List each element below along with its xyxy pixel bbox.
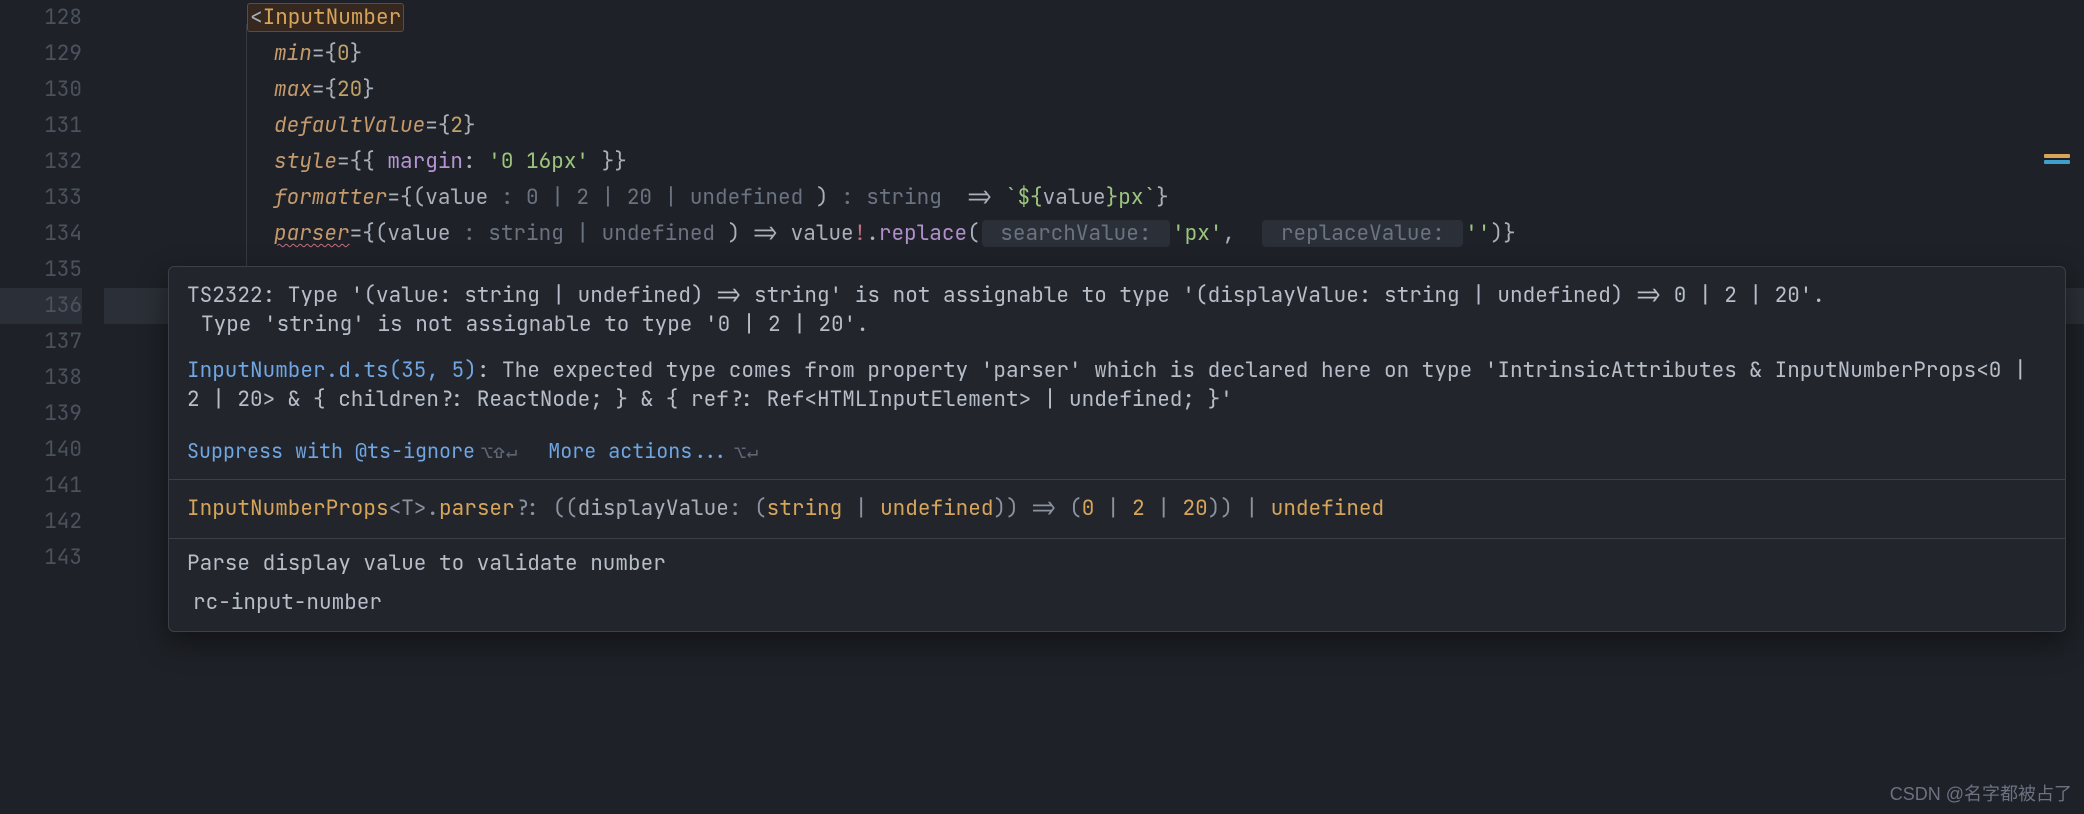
- line-number: 140: [0, 432, 82, 468]
- code-line[interactable]: style={{ margin: '0 16px' }}: [104, 144, 2084, 180]
- line-number: 142: [0, 504, 82, 540]
- doc-package: rc-input-number: [169, 584, 2065, 631]
- keyboard-shortcut: ⌥↵: [734, 439, 759, 464]
- watermark: CSDN @名字都被占了: [1890, 780, 2072, 806]
- line-number: 128: [0, 0, 82, 36]
- error-tooltip: TS2322: Type '(value: string | undefined…: [168, 266, 2066, 632]
- signature-info: InputNumberProps<T>.parser?: ((displayVa…: [169, 480, 2065, 537]
- line-number: 135: [0, 252, 82, 288]
- line-number: 143: [0, 540, 82, 576]
- line-number: 139: [0, 396, 82, 432]
- error-message: TS2322: Type '(value: string | undefined…: [187, 281, 2047, 346]
- line-number: 141: [0, 468, 82, 504]
- line-number-gutter: 1281291301311321331341351361371381391401…: [0, 0, 104, 814]
- line-number: 131: [0, 108, 82, 144]
- param-hint: replaceValue:: [1262, 220, 1463, 247]
- code-line[interactable]: defaultValue={2}: [104, 108, 2084, 144]
- code-line[interactable]: <InputNumber: [104, 0, 2084, 36]
- code-line[interactable]: max={20}: [104, 72, 2084, 108]
- doc-text: Parse display value to validate number: [169, 539, 2065, 584]
- more-actions[interactable]: More actions...⌥↵: [548, 437, 759, 466]
- line-number: 132: [0, 144, 82, 180]
- code-line[interactable]: min={0}: [104, 36, 2084, 72]
- line-number: 138: [0, 360, 82, 396]
- error-source: InputNumber.d.ts(35, 5): The expected ty…: [187, 356, 2047, 415]
- source-link[interactable]: InputNumber.d.ts(35, 5): [187, 357, 477, 384]
- line-number: 134: [0, 216, 82, 252]
- line-number: 130: [0, 72, 82, 108]
- keyboard-shortcut: ⌥⇧↵: [481, 439, 518, 464]
- code-line[interactable]: formatter={(value : 0 | 2 | 20 | undefin…: [104, 180, 2084, 216]
- suppress-action[interactable]: Suppress with @ts-ignore⌥⇧↵: [187, 437, 518, 466]
- line-number: 136: [0, 288, 82, 324]
- warn-highlight: <InputNumber: [248, 4, 403, 31]
- param-hint: searchValue:: [982, 220, 1170, 247]
- overview-ruler[interactable]: [2044, 154, 2070, 164]
- ruler-warning-marker[interactable]: [2044, 154, 2070, 158]
- ruler-info-marker[interactable]: [2044, 160, 2070, 164]
- code-line[interactable]: parser={(value : string | undefined ) =>…: [104, 216, 2084, 252]
- line-number: 137: [0, 324, 82, 360]
- line-number: 129: [0, 36, 82, 72]
- line-number: 133: [0, 180, 82, 216]
